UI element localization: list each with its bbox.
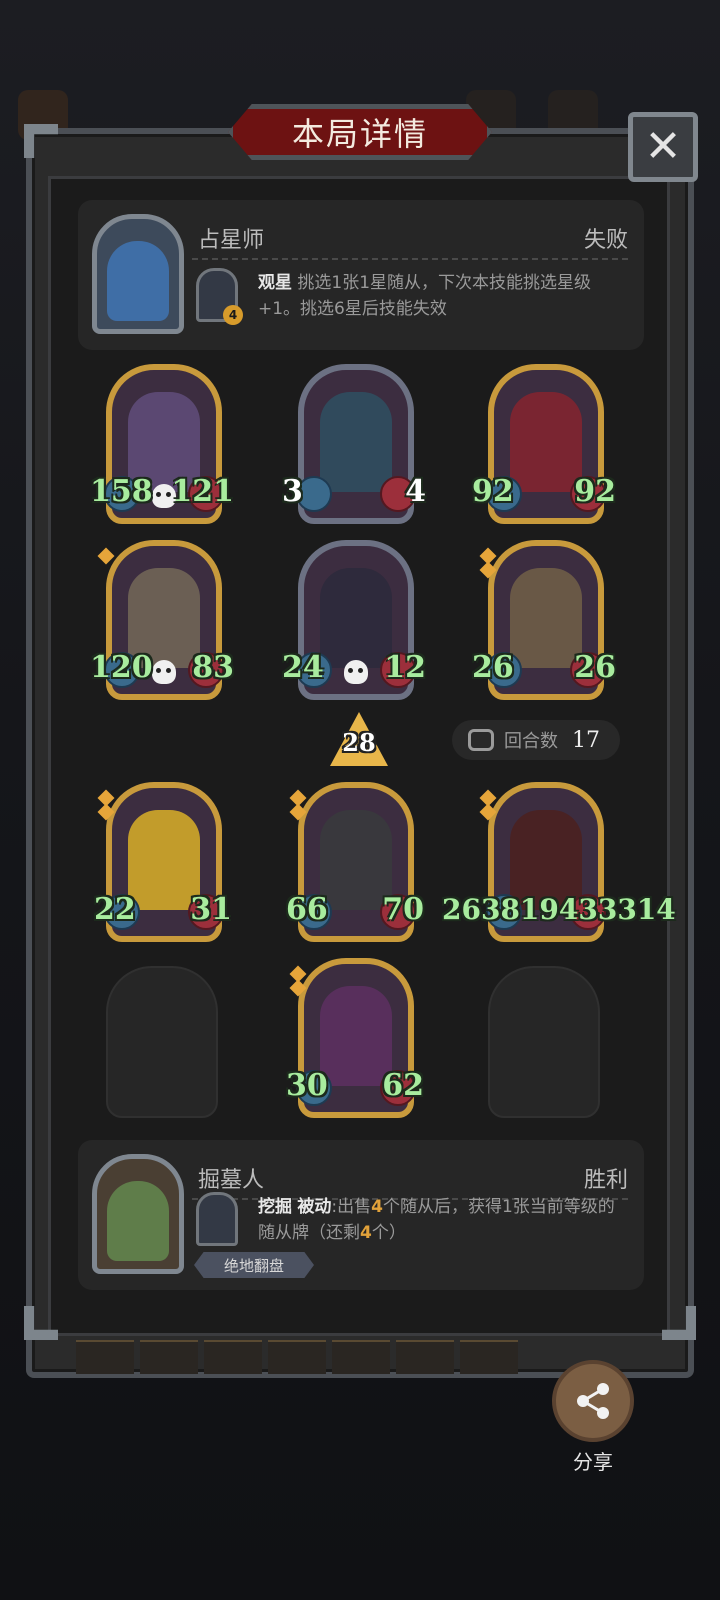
minion-health: 12 xyxy=(384,650,426,685)
player-result: 胜利 xyxy=(583,1168,628,1193)
skull-icon xyxy=(344,660,368,684)
tier-value: 28 xyxy=(342,728,376,757)
minion-health: 4 xyxy=(405,474,426,509)
minion-art-icon xyxy=(320,392,392,492)
opponent-minion[interactable]: 26 26 xyxy=(472,540,616,700)
minion-art-icon xyxy=(510,392,582,492)
star-icon xyxy=(289,803,307,821)
opponent-skill-text: 观星 挑选1张1星随从，下次本技能挑选星级+1。挑选6星后技能失效 xyxy=(258,270,628,322)
star-icon xyxy=(97,547,115,565)
rounds-label: 回合数 xyxy=(504,731,558,752)
player-skill-text: 挖掘 被动:出售4个随从后，获得1张当前等级的随从牌（还剩4个） xyxy=(258,1194,628,1246)
minion-art-icon xyxy=(320,810,392,910)
minion-health: 70 xyxy=(382,892,424,927)
bg-card xyxy=(140,1340,198,1374)
opponent-result: 失败 xyxy=(583,228,628,253)
rounds-counter: 回合数 17 xyxy=(452,720,620,760)
star-icon xyxy=(479,561,497,579)
dialog-title: 本局详情 xyxy=(291,115,428,153)
close-button[interactable]: ✕ xyxy=(628,112,698,182)
astrologer-avatar-icon xyxy=(107,241,169,321)
opponent-minion[interactable]: 24 12 xyxy=(282,540,426,700)
minion-art-icon xyxy=(320,568,392,668)
close-icon: ✕ xyxy=(644,121,682,172)
minion-attack: 92 xyxy=(472,474,514,509)
minion-health: 121 xyxy=(171,474,234,509)
background-card-strip xyxy=(76,1340,556,1374)
opponent-minion[interactable]: 34 xyxy=(282,364,426,524)
minion-attack: 66 xyxy=(286,892,328,927)
player-hero-portrait xyxy=(92,1154,184,1274)
empty-minion-slot xyxy=(488,966,600,1118)
skill-level-badge: 4 xyxy=(223,305,243,325)
tavern-tier-badge: 28 xyxy=(330,712,388,766)
star-markers xyxy=(97,547,115,565)
sell-count: 4 xyxy=(371,1197,383,1217)
dig-skill-icon xyxy=(196,1192,238,1246)
minion-attack: 30 xyxy=(286,1068,328,1103)
skull-icon xyxy=(152,660,176,684)
player-minion[interactable]: 66 70 xyxy=(286,782,424,942)
minion-attack: 24 xyxy=(282,650,324,685)
divider xyxy=(192,258,628,260)
remaining-count: 4 xyxy=(360,1223,372,1243)
star-icon xyxy=(97,803,115,821)
minion-art-icon xyxy=(128,810,200,910)
minion-attack: 22 xyxy=(94,892,136,927)
bg-card xyxy=(396,1340,454,1374)
minion-health: 92 xyxy=(574,474,616,509)
opponent-minion[interactable]: 92 92 xyxy=(472,364,616,524)
skill-desc-part: :出售 xyxy=(331,1197,372,1217)
bg-card xyxy=(76,1340,134,1374)
minion-art-icon xyxy=(510,568,582,668)
opponent-minion[interactable]: 120 83 xyxy=(90,540,234,700)
star-markers xyxy=(479,547,497,579)
player-minion[interactable]: 263819433314 xyxy=(442,782,676,942)
opponent-hero-name: 占星师 xyxy=(198,228,265,253)
star-icon xyxy=(479,803,497,821)
player-hero-card: 掘墓人 胜利 挖掘 被动:出售4个随从后，获得1张当前等级的随从牌（还剩4个） … xyxy=(78,1140,644,1290)
comeback-tag: 绝地翻盘 xyxy=(194,1252,314,1278)
bg-card xyxy=(204,1340,262,1374)
skill-type: 被动 xyxy=(297,1197,332,1217)
stargazing-skill-icon: 4 xyxy=(196,268,243,325)
player-hero-name: 掘墓人 xyxy=(198,1168,265,1193)
share-icon xyxy=(577,1383,609,1419)
gravedigger-avatar-icon xyxy=(107,1181,169,1261)
share-button[interactable] xyxy=(552,1360,634,1442)
opponent-hero-portrait xyxy=(92,214,184,334)
empty-minion-slot xyxy=(106,966,218,1118)
share-label: 分享 xyxy=(573,1450,613,1474)
star-markers xyxy=(289,965,307,997)
minion-health: 83 xyxy=(192,650,234,685)
player-minion[interactable]: 22 31 xyxy=(94,782,232,942)
bg-card xyxy=(460,1340,518,1374)
bg-card xyxy=(332,1340,390,1374)
bg-card xyxy=(268,1340,326,1374)
skill-name: 观星 xyxy=(258,273,292,293)
dialog-title-banner: 本局详情 xyxy=(228,104,492,160)
minion-health: 26 xyxy=(574,650,616,685)
star-markers xyxy=(289,789,307,821)
refresh-icon xyxy=(468,729,494,751)
star-markers xyxy=(97,789,115,821)
minion-attack: 3 xyxy=(282,474,303,509)
star-icon xyxy=(289,979,307,997)
player-minion[interactable]: 30 62 xyxy=(286,958,424,1118)
minion-health: 62 xyxy=(382,1068,424,1103)
minion-stats-overflow: 263819433314 xyxy=(442,893,676,926)
rounds-value: 17 xyxy=(572,727,600,753)
star-markers xyxy=(479,789,497,821)
opponent-hero-card: 占星师 失败 4 观星 挑选1张1星随从，下次本技能挑选星级+1。挑选6星后技能… xyxy=(78,200,644,350)
opponent-minion[interactable]: 158 121 xyxy=(90,364,234,524)
minion-health: 31 xyxy=(190,892,232,927)
minion-attack: 158 xyxy=(90,474,153,509)
skill-desc-part: 个） xyxy=(371,1223,406,1243)
skill-name: 挖掘 xyxy=(258,1197,292,1217)
skill-description: 挑选1张1星随从，下次本技能挑选星级+1。挑选6星后技能失效 xyxy=(258,273,592,319)
minion-attack: 26 xyxy=(472,650,514,685)
minion-attack: 120 xyxy=(90,650,153,685)
